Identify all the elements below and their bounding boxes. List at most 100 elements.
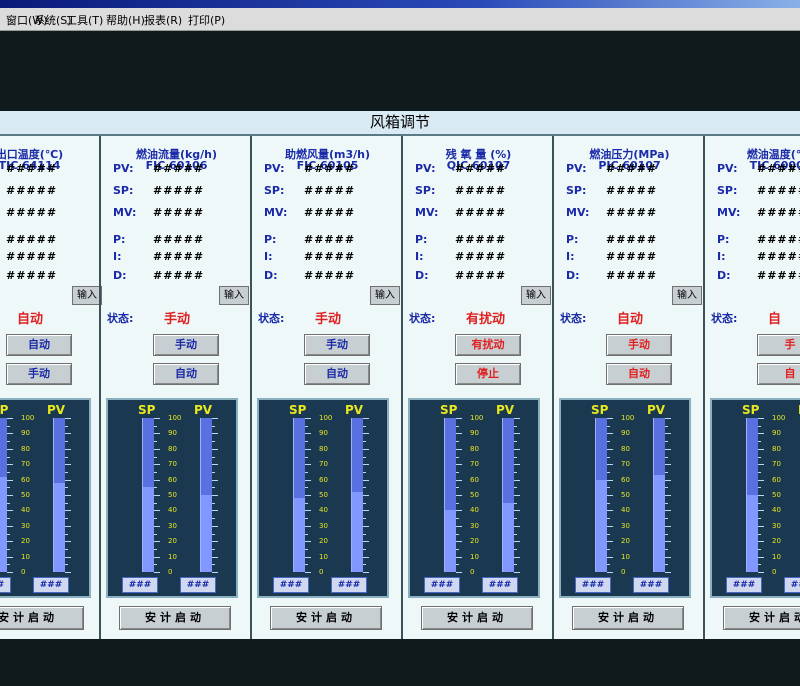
tick-mark bbox=[305, 533, 308, 535]
param-label-sp: SP: bbox=[717, 184, 738, 197]
tick-mark bbox=[456, 572, 462, 573]
mode-button-2[interactable]: 自动 bbox=[153, 363, 219, 385]
menu-item-report[interactable]: 报表(R) bbox=[144, 12, 182, 28]
main-start-button[interactable]: 安计启动 bbox=[572, 606, 684, 630]
tick-mark bbox=[456, 433, 462, 435]
tick-mark bbox=[665, 456, 668, 458]
tick-mark bbox=[456, 564, 459, 566]
tick-mark bbox=[305, 433, 311, 435]
main-start-button[interactable]: 安计启动 bbox=[119, 606, 231, 630]
tick-mark bbox=[607, 433, 613, 435]
gauge-value-sp[interactable]: ### bbox=[0, 577, 11, 593]
gauge-value-pv[interactable]: ### bbox=[482, 577, 518, 593]
mode-button-1[interactable]: 手动 bbox=[153, 334, 219, 356]
scale-label: 70 bbox=[470, 460, 479, 469]
gauge-value-pv[interactable]: ### bbox=[33, 577, 69, 593]
menu-item-tools[interactable]: 工具(T) bbox=[66, 12, 103, 28]
tick-mark bbox=[65, 525, 71, 527]
mode-button-2[interactable]: 自 bbox=[757, 363, 800, 385]
window-title-bar bbox=[0, 0, 800, 8]
tick-mark bbox=[363, 541, 369, 543]
gauge-fill-sp bbox=[747, 495, 758, 572]
gauge-ticks-sp bbox=[758, 418, 764, 573]
tick-mark bbox=[305, 510, 311, 512]
main-start-button[interactable]: 安计启动 bbox=[421, 606, 533, 630]
tick-mark bbox=[154, 487, 157, 489]
tick-mark bbox=[607, 441, 610, 443]
tick-mark bbox=[305, 418, 311, 419]
menu-item-help[interactable]: 帮助(H) bbox=[106, 12, 145, 28]
tick-mark bbox=[758, 487, 761, 489]
tick-mark bbox=[212, 464, 218, 466]
tick-mark bbox=[212, 572, 218, 573]
mode-button-1[interactable]: 手 bbox=[757, 334, 800, 356]
param-value-p: ##### bbox=[304, 233, 356, 246]
tick-mark bbox=[363, 441, 366, 443]
main-start-button[interactable]: 安计启动 bbox=[270, 606, 382, 630]
gauge-value-pv[interactable]: ### bbox=[331, 577, 367, 593]
param-value-pv: ##### bbox=[6, 162, 58, 175]
param-value-d: ##### bbox=[6, 269, 58, 282]
tick-mark bbox=[65, 441, 68, 443]
param-label-i: I: bbox=[113, 250, 122, 263]
param-value-p: ##### bbox=[455, 233, 507, 246]
main-start-button[interactable]: 安计启动 bbox=[0, 606, 84, 630]
param-label-d: D: bbox=[264, 269, 278, 282]
gauge-value-sp[interactable]: ### bbox=[575, 577, 611, 593]
gauge-value-sp[interactable]: ### bbox=[424, 577, 460, 593]
input-button[interactable]: 输入 bbox=[521, 286, 551, 305]
main-start-button[interactable]: 安计启动 bbox=[723, 606, 800, 630]
tick-mark bbox=[212, 518, 215, 520]
scale-label: 40 bbox=[168, 506, 177, 515]
gauge-value-sp[interactable]: ### bbox=[726, 577, 762, 593]
tick-mark bbox=[7, 572, 13, 573]
tick-mark bbox=[363, 556, 369, 558]
mode-button-2[interactable]: 停止 bbox=[455, 363, 521, 385]
gauge-fill-sp bbox=[294, 498, 305, 572]
tick-mark bbox=[607, 541, 613, 543]
mode-button-1[interactable]: 有扰动 bbox=[455, 334, 521, 356]
param-label-i: I: bbox=[717, 250, 726, 263]
mode-button-2[interactable]: 手动 bbox=[6, 363, 72, 385]
tick-mark bbox=[758, 433, 764, 435]
mode-button-2[interactable]: 自动 bbox=[606, 363, 672, 385]
tick-mark bbox=[456, 510, 462, 512]
tick-mark bbox=[7, 510, 13, 512]
tick-mark bbox=[363, 495, 369, 496]
tick-mark bbox=[7, 487, 10, 489]
tick-mark bbox=[212, 502, 215, 504]
param-value-mv: ##### bbox=[6, 206, 58, 219]
tick-mark bbox=[514, 495, 520, 496]
tick-mark bbox=[7, 564, 10, 566]
input-button[interactable]: 输入 bbox=[72, 286, 102, 305]
gauge-fill-sp bbox=[143, 487, 154, 572]
input-button[interactable]: 输入 bbox=[370, 286, 400, 305]
tick-mark bbox=[607, 525, 613, 527]
mode-button-1[interactable]: 手动 bbox=[606, 334, 672, 356]
tick-mark bbox=[665, 479, 671, 481]
mode-button-2[interactable]: 自动 bbox=[304, 363, 370, 385]
tick-mark bbox=[305, 464, 311, 466]
input-button[interactable]: 输入 bbox=[672, 286, 702, 305]
tick-mark bbox=[65, 518, 68, 520]
scale-label: 30 bbox=[621, 521, 630, 530]
mode-button-1[interactable]: 自动 bbox=[6, 334, 72, 356]
menu-item-print[interactable]: 打印(P) bbox=[188, 12, 225, 28]
tick-mark bbox=[456, 556, 462, 558]
scale-label: 80 bbox=[21, 444, 30, 453]
gauge-value-pv[interactable]: ### bbox=[784, 577, 800, 593]
param-value-p: ##### bbox=[757, 233, 800, 246]
gauge-value-pv[interactable]: ### bbox=[633, 577, 669, 593]
gauge-value-pv[interactable]: ### bbox=[180, 577, 216, 593]
scale-label: 90 bbox=[319, 429, 328, 438]
gauge-value-sp[interactable]: ### bbox=[122, 577, 158, 593]
tick-mark bbox=[212, 487, 215, 489]
param-label-d: D: bbox=[415, 269, 429, 282]
mode-button-1[interactable]: 手动 bbox=[304, 334, 370, 356]
input-button[interactable]: 输入 bbox=[219, 286, 249, 305]
tick-mark bbox=[65, 572, 71, 573]
tick-mark bbox=[758, 518, 761, 520]
tick-mark bbox=[154, 456, 157, 458]
gauge-value-sp[interactable]: ### bbox=[273, 577, 309, 593]
param-value-mv: ##### bbox=[455, 206, 507, 219]
